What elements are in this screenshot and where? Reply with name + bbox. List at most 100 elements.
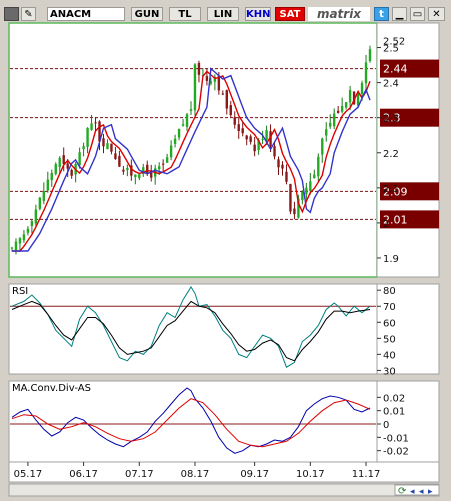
candle-body: [197, 62, 201, 75]
time-tick-label: 06.17: [69, 469, 98, 480]
candle-body: [317, 156, 320, 177]
candle-body: [293, 208, 296, 215]
candle-body: [26, 228, 30, 233]
current-price-label: 2.52: [383, 37, 405, 48]
candle-body: [18, 238, 22, 244]
price-tick-label: 1.9: [383, 254, 399, 265]
time-tick-label: 10.17: [296, 469, 325, 480]
candle-body: [329, 122, 332, 127]
candle-body: [30, 221, 34, 227]
candle-body: [321, 138, 324, 155]
candle-body: [157, 166, 161, 170]
candle-body: [229, 105, 232, 116]
price-tick-label: 2: [383, 219, 389, 230]
candle-body: [82, 146, 85, 150]
candle-body: [277, 159, 280, 168]
price-tick-label: 2.2: [383, 149, 399, 160]
candle-body: [185, 114, 189, 127]
candle-body: [114, 153, 117, 160]
candle-body: [66, 163, 69, 169]
candle-body: [177, 128, 181, 138]
candle-body: [364, 62, 368, 84]
candle-body: [90, 123, 93, 130]
time-tick-label: 08.17: [181, 469, 210, 480]
candle-body: [110, 143, 113, 152]
time-tick-label: 11.17: [352, 469, 381, 480]
candle-body: [46, 179, 49, 191]
refresh-icon[interactable]: ⟳: [398, 486, 407, 497]
price-tick-label: 2.3: [383, 114, 399, 125]
candle-body: [62, 155, 65, 165]
candle-body: [106, 143, 109, 150]
candle-body: [205, 76, 209, 81]
candle-body: [169, 145, 173, 158]
candle-body: [301, 191, 304, 201]
indicator-tick-label: -0.02: [383, 447, 409, 458]
candle-body: [265, 130, 268, 141]
candle-body: [126, 168, 129, 171]
candle-body: [50, 173, 53, 181]
candle-body: [333, 113, 336, 127]
time-tick-label: 05.17: [14, 469, 43, 480]
scroll-start-icon[interactable]: ◂: [410, 487, 415, 497]
candle-body: [241, 128, 244, 134]
candle-body: [368, 49, 372, 62]
indicator-tick-label: 0: [383, 420, 389, 431]
candle-body: [273, 146, 276, 157]
candle-body: [181, 124, 185, 126]
chart-area: 2.442.32.092.011.922.12.22.32.42.52.52 3…: [8, 22, 440, 497]
candle-body: [134, 174, 137, 177]
candle-body: [344, 102, 348, 108]
indicator-tick-label: 0.01: [383, 407, 405, 418]
indicator-tick-label: 50: [383, 334, 396, 345]
candle-body: [325, 129, 328, 136]
candle-body: [165, 157, 169, 163]
indicator-tick-label: -0.01: [383, 433, 409, 444]
candle-body: [70, 169, 73, 176]
indicator-tick-label: 30: [383, 366, 396, 377]
price-tick-label: 2.1: [383, 184, 399, 195]
time-scrollbar[interactable]: ⟳ ◂ ◂ ▸: [8, 483, 440, 497]
time-tick-label: 09.17: [240, 469, 269, 480]
candle-body: [281, 164, 284, 169]
scroll-right-icon[interactable]: ▸: [428, 487, 433, 497]
time-tick-label: 07.17: [125, 469, 154, 480]
candle-body: [42, 191, 46, 201]
candle-body: [305, 187, 308, 195]
candle-body: [193, 64, 197, 111]
candle-body: [38, 197, 42, 209]
candle-body: [54, 164, 57, 174]
candle-body: [34, 209, 38, 224]
indicator-title: RSI: [12, 286, 28, 297]
candle-body: [348, 90, 352, 103]
indicator-tick-label: 70: [383, 302, 396, 313]
candle-body: [78, 152, 81, 166]
candle-body: [309, 181, 312, 191]
rsi-panel: [8, 283, 378, 375]
candle-body: [14, 241, 18, 251]
candle-body: [253, 144, 256, 152]
candle-body: [189, 109, 193, 111]
level-label: 2.44: [383, 63, 408, 76]
indicator-tick-label: 60: [383, 318, 396, 329]
candle-body: [233, 117, 236, 125]
candle-body: [313, 174, 316, 179]
app-window: ✎ ANACM GUN TL LIN KHN SAT matrix t ▁ ▭ …: [0, 0, 451, 501]
candle-body: [285, 171, 288, 182]
indicator-title: MA.Conv.Div-AS: [12, 383, 91, 394]
candle-body: [22, 234, 26, 241]
candle-body: [86, 127, 89, 147]
indicator-tick-label: 80: [383, 286, 396, 297]
scroll-left-icon[interactable]: ◂: [419, 487, 424, 497]
candle-body: [289, 183, 292, 212]
candle-body: [138, 174, 141, 178]
candle-body: [261, 138, 264, 140]
candle-body: [102, 138, 105, 147]
price-tick-label: 2.4: [383, 79, 399, 90]
candle-body: [340, 106, 344, 112]
indicator-tick-label: 40: [383, 350, 396, 361]
candle-body: [161, 163, 165, 165]
candle-body: [10, 247, 14, 249]
candle-body: [221, 93, 225, 95]
candle-body: [245, 135, 248, 140]
